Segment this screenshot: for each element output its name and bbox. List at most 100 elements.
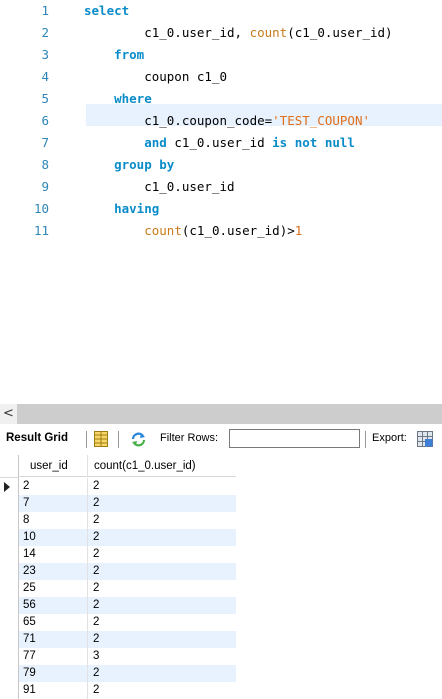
row-indicator[interactable] bbox=[0, 614, 19, 631]
cell-count[interactable]: 2 bbox=[88, 614, 236, 631]
code-line[interactable]: 11 count(c1_0.user_id)>1 bbox=[0, 220, 442, 242]
row-indicator[interactable] bbox=[0, 682, 19, 699]
row-indicator[interactable] bbox=[0, 546, 19, 563]
row-indicator[interactable] bbox=[0, 529, 19, 546]
export-icon[interactable] bbox=[417, 431, 433, 447]
code-text[interactable]: group by bbox=[84, 154, 174, 176]
code-line[interactable]: 10 having bbox=[0, 198, 442, 220]
code-line[interactable]: 5 where bbox=[0, 88, 442, 110]
table-row[interactable]: 14 2 bbox=[0, 546, 236, 563]
cell-user-id[interactable]: 79 bbox=[19, 665, 88, 682]
table-row[interactable]: 65 2 bbox=[0, 614, 236, 631]
filter-rows-input[interactable] bbox=[229, 429, 360, 448]
sql-text: c1_0.user_id bbox=[84, 179, 235, 194]
toolbar-divider bbox=[118, 431, 119, 448]
sql-keyword: is not null bbox=[272, 135, 355, 150]
cell-user-id[interactable]: 91 bbox=[19, 682, 88, 699]
code-text[interactable]: from bbox=[84, 44, 144, 66]
cell-user-id[interactable]: 7 bbox=[19, 495, 88, 512]
code-line[interactable]: 1 select bbox=[0, 0, 442, 22]
line-number: 9 bbox=[41, 179, 49, 194]
cell-user-id[interactable]: 56 bbox=[19, 597, 88, 614]
code-line[interactable]: 6 c1_0.coupon_code='TEST_COUPON' bbox=[0, 110, 442, 132]
table-row[interactable]: 82 bbox=[0, 512, 236, 529]
scroll-left-arrow-icon[interactable]: < bbox=[0, 404, 17, 424]
row-indicator[interactable] bbox=[0, 495, 19, 512]
code-text[interactable]: c1_0.user_id bbox=[84, 176, 235, 198]
cell-user-id[interactable]: 25 bbox=[19, 580, 88, 597]
code-line[interactable]: 8 group by bbox=[0, 154, 442, 176]
cell-count[interactable]: 2 bbox=[88, 682, 236, 699]
cell-count[interactable]: 2 bbox=[88, 529, 236, 546]
table-row[interactable]: 25 2 bbox=[0, 580, 236, 597]
code-text[interactable]: where bbox=[84, 88, 152, 110]
row-indicator[interactable] bbox=[0, 580, 19, 597]
refresh-icon[interactable] bbox=[130, 431, 147, 448]
table-row[interactable]: 22 bbox=[0, 478, 236, 495]
code-line[interactable]: 7 and c1_0.user_id is not null bbox=[0, 132, 442, 154]
scrollbar-thumb[interactable] bbox=[17, 404, 442, 424]
code-text[interactable]: count(c1_0.user_id)>1 bbox=[84, 220, 302, 242]
code-text[interactable]: coupon c1_0 bbox=[84, 66, 227, 88]
table-row[interactable]: 72 bbox=[0, 495, 236, 512]
code-text[interactable]: and c1_0.user_id is not null bbox=[84, 132, 355, 154]
toolbar-divider bbox=[365, 431, 366, 448]
horizontal-scrollbar[interactable]: < bbox=[0, 404, 442, 424]
sql-literal: 'TEST_COUPON' bbox=[272, 113, 370, 128]
cell-count[interactable]: 2 bbox=[88, 478, 236, 495]
table-row[interactable]: 10 2 bbox=[0, 529, 236, 546]
code-text[interactable]: c1_0.coupon_code='TEST_COUPON' bbox=[84, 110, 370, 132]
cell-user-id[interactable]: 10 bbox=[19, 529, 88, 546]
code-text[interactable]: having bbox=[84, 198, 159, 220]
code-text[interactable]: select bbox=[84, 0, 129, 22]
line-number: 1 bbox=[41, 3, 49, 18]
cell-count[interactable]: 2 bbox=[88, 512, 236, 529]
row-indicator[interactable] bbox=[0, 478, 19, 495]
table-row[interactable]: 79 2 bbox=[0, 665, 236, 682]
code-text[interactable]: c1_0.user_id, count(c1_0.user_id) bbox=[84, 22, 392, 44]
column-header-count[interactable]: count(c1_0.user_id) bbox=[88, 455, 236, 477]
sql-editor[interactable]: 1 select 2 c1_0.user_id, count(c1_0.user_i… bbox=[0, 0, 442, 282]
cell-user-id[interactable]: 23 bbox=[19, 563, 88, 580]
table-row[interactable]: 23 2 bbox=[0, 563, 236, 580]
cell-count[interactable]: 2 bbox=[88, 546, 236, 563]
cell-count[interactable]: 2 bbox=[88, 495, 236, 512]
row-indicator[interactable] bbox=[0, 648, 19, 665]
table-row[interactable]: 56 2 bbox=[0, 597, 236, 614]
column-header-user-id[interactable]: user_id bbox=[19, 455, 88, 477]
result-toolbar: Result Grid Filter Rows: Export: bbox=[0, 424, 442, 455]
code-line[interactable]: 4 coupon c1_0 bbox=[0, 66, 442, 88]
cell-user-id[interactable]: 14 bbox=[19, 546, 88, 563]
cell-user-id[interactable]: 2 bbox=[19, 478, 88, 495]
cell-count[interactable]: 3 bbox=[88, 648, 236, 665]
row-indicator[interactable] bbox=[0, 597, 19, 614]
cell-count[interactable]: 2 bbox=[88, 631, 236, 648]
code-line[interactable]: 2 c1_0.user_id, count(c1_0.user_id) bbox=[0, 22, 442, 44]
line-number: 11 bbox=[33, 223, 49, 238]
table-row[interactable]: 77 3 bbox=[0, 648, 236, 665]
table-row[interactable]: 91 2 bbox=[0, 682, 236, 699]
row-indicator[interactable] bbox=[0, 563, 19, 580]
row-indicator[interactable] bbox=[0, 665, 19, 682]
cell-count[interactable]: 2 bbox=[88, 563, 236, 580]
row-indicator[interactable] bbox=[0, 631, 19, 648]
result-grid-tab[interactable]: Result Grid bbox=[6, 432, 68, 444]
code-line[interactable]: 9 c1_0.user_id bbox=[0, 176, 442, 198]
grid-view-icon[interactable] bbox=[94, 431, 108, 447]
table-row[interactable]: 71 2 bbox=[0, 631, 236, 648]
cell-count[interactable]: 2 bbox=[88, 597, 236, 614]
cell-user-id[interactable]: 71 bbox=[19, 631, 88, 648]
cell-user-id[interactable]: 8 bbox=[19, 512, 88, 529]
cell-count[interactable]: 2 bbox=[88, 580, 236, 597]
code-line[interactable]: 3 from bbox=[0, 44, 442, 66]
row-indicator[interactable] bbox=[0, 512, 19, 529]
sql-keyword: and bbox=[144, 135, 167, 150]
current-row-arrow-icon bbox=[4, 482, 10, 492]
cell-count[interactable]: 2 bbox=[88, 665, 236, 682]
sql-keyword: group by bbox=[114, 157, 175, 172]
line-number: 2 bbox=[41, 25, 49, 40]
cell-user-id[interactable]: 65 bbox=[19, 614, 88, 631]
cell-user-id[interactable]: 77 bbox=[19, 648, 88, 665]
